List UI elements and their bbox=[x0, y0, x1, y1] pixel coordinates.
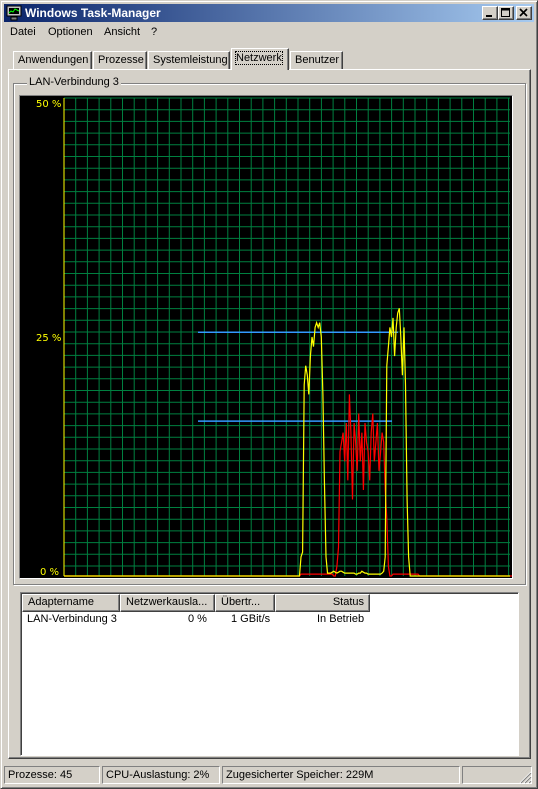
column-adaptername[interactable]: Adaptername bbox=[22, 594, 120, 612]
close-button[interactable] bbox=[516, 6, 532, 20]
menu-help[interactable]: ? bbox=[151, 26, 157, 38]
adapter-row[interactable]: LAN-Verbindung 3 0 % 1 GBit/s In Betrieb bbox=[22, 613, 512, 629]
menu-ansicht[interactable]: Ansicht bbox=[104, 26, 140, 38]
y-axis-label-max: 50 % bbox=[36, 99, 62, 110]
column-netzwerkauslastung[interactable]: Netzwerkausla... bbox=[120, 594, 215, 612]
status-processes: Prozesse: 45 bbox=[4, 766, 100, 784]
status-memory: Zugesicherter Speicher: 229M bbox=[222, 766, 460, 784]
group-label-adapter: LAN-Verbindung 3 bbox=[27, 76, 121, 88]
tab-netzwerk[interactable]: Netzwerk bbox=[231, 48, 289, 70]
adapter-speed: 1 GBit/s bbox=[231, 613, 271, 625]
resize-grip-icon[interactable] bbox=[519, 771, 532, 784]
tab-prozesse[interactable]: Prozesse bbox=[93, 51, 147, 69]
tab-benutzer[interactable]: Benutzer bbox=[290, 51, 343, 69]
window-title: Windows Task-Manager bbox=[25, 6, 161, 20]
adapter-name: LAN-Verbindung 3 bbox=[27, 613, 117, 625]
maximize-icon bbox=[501, 8, 510, 17]
column-status[interactable]: Status bbox=[275, 594, 370, 612]
adapter-status: In Betrieb bbox=[317, 613, 365, 625]
adapter-utilization: 0 % bbox=[188, 613, 207, 625]
y-axis-label-min: 0 % bbox=[40, 567, 60, 578]
network-graph: 50 % 25 % 0 % bbox=[19, 95, 513, 579]
column-uebertragungsrate[interactable]: Übertr... bbox=[215, 594, 275, 612]
status-bar: Prozesse: 45 CPU-Auslastung: 2% Zugesich… bbox=[4, 766, 534, 786]
title-bar[interactable]: Windows Task-Manager bbox=[4, 4, 534, 22]
minimize-icon bbox=[486, 15, 492, 17]
close-icon bbox=[519, 8, 528, 17]
menu-datei[interactable]: Datei bbox=[10, 26, 36, 38]
maximize-button[interactable] bbox=[498, 6, 514, 20]
menu-optionen[interactable]: Optionen bbox=[48, 26, 93, 38]
task-manager-window: Windows Task-Manager Datei Optionen Ansi… bbox=[0, 0, 538, 789]
adapter-list[interactable]: Adaptername Netzwerkausla... Übertr... S… bbox=[20, 592, 519, 756]
menu-bar: Datei Optionen Ansicht ? bbox=[4, 24, 534, 42]
minimize-button[interactable] bbox=[482, 6, 498, 20]
tab-anwendungen[interactable]: Anwendungen bbox=[13, 51, 92, 69]
y-axis-label-mid: 25 % bbox=[36, 333, 62, 344]
status-cpu: CPU-Auslastung: 2% bbox=[102, 766, 220, 784]
network-graph-canvas bbox=[20, 96, 512, 578]
tab-systemleistung[interactable]: Systemleistung bbox=[148, 51, 230, 69]
task-manager-icon bbox=[6, 5, 22, 21]
